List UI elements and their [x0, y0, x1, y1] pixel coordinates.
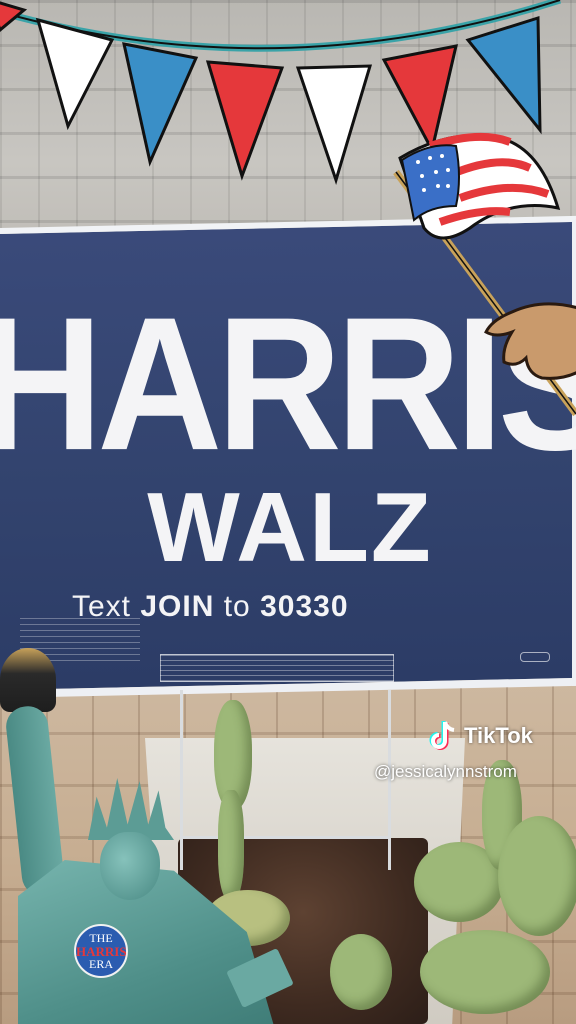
tiktok-logo-icon [429, 721, 455, 750]
statue-torch [0, 648, 56, 712]
tiktok-username: @jessicalynnstrom [374, 762, 517, 781]
cactus-pad [218, 790, 244, 900]
sign-wire-stand-bar [180, 836, 391, 839]
sign-disclaimer-box [160, 654, 394, 682]
tiktok-watermark: TikTok [428, 720, 533, 752]
tiktok-brand-text: TikTok [464, 723, 533, 748]
badge-top-text: THE [89, 931, 113, 945]
harris-era-badge: THE HARRIS ERA [74, 924, 128, 978]
hand-icon [484, 302, 576, 380]
sign-wire-stand-left [180, 690, 183, 870]
cactus-pad [498, 816, 576, 936]
badge-middle-text: HARRIS [76, 943, 127, 959]
sign-walz-text: WALZ [147, 472, 433, 582]
photo-scene: HARRIS WALZ Text JOIN to 30330 THE HARRI… [0, 0, 576, 1024]
badge-bottom-text: ERA [89, 957, 113, 972]
sign-cta-middle: to [214, 590, 261, 623]
sign-cta-keyword: JOIN [140, 590, 215, 623]
sign-union-bug [520, 652, 550, 662]
cactus-pad [420, 930, 550, 1014]
statue-head [100, 832, 160, 900]
cactus-pad [330, 934, 392, 1010]
sign-cta-number: 30330 [260, 590, 349, 623]
